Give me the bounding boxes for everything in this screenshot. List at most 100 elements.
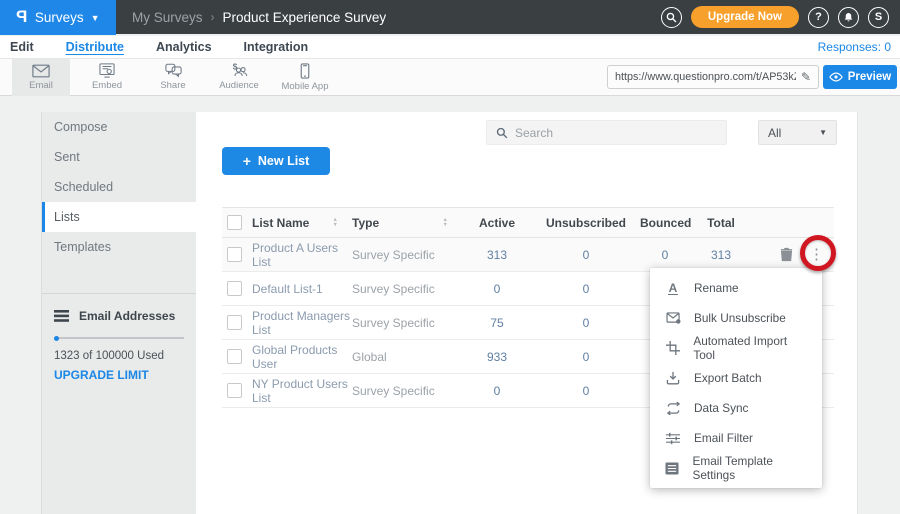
header-actions: Upgrade Now ? S [661, 6, 900, 28]
tool-embed[interactable]: Embed [78, 59, 136, 96]
notifications-bell-icon[interactable] [838, 7, 859, 28]
menu-item-automated-import[interactable]: Automated Import Tool [650, 333, 822, 363]
active-count[interactable]: 313 [462, 248, 532, 262]
row-checkbox[interactable] [227, 349, 242, 364]
unsubscribed-count: 0 [532, 384, 640, 398]
list-name-link[interactable]: Product Managers List [252, 309, 352, 337]
top-header: P Surveys ▼ My Surveys › Product Experie… [0, 0, 900, 34]
search-icon[interactable] [661, 7, 682, 28]
active-count[interactable]: 0 [462, 384, 532, 398]
menu-item-rename[interactable]: A Rename [650, 273, 822, 303]
sidebar-item-scheduled[interactable]: Scheduled [42, 172, 196, 202]
tool-audience[interactable]: $ Audience [210, 59, 268, 96]
sidebar-item-templates[interactable]: Templates [42, 232, 196, 262]
audience-icon: $ [230, 63, 248, 78]
embed-icon [99, 63, 115, 78]
new-list-button[interactable]: + New List [222, 147, 330, 175]
sort-list-name-icon[interactable]: ▲▼ [333, 218, 338, 228]
menu-item-label: Data Sync [694, 401, 748, 415]
product-label: Surveys [35, 10, 84, 25]
tool-mobile-app[interactable]: Mobile App [276, 59, 334, 96]
table-header-row: List Name▲▼ Type▲▼ Active Unsubscribed B… [222, 207, 834, 238]
edit-url-pencil-icon[interactable]: ✎ [801, 70, 811, 84]
tab-analytics[interactable]: Analytics [156, 40, 212, 54]
tool-email[interactable]: Email [12, 59, 70, 96]
col-unsubscribed: Unsubscribed [532, 216, 640, 230]
menu-item-bulk-unsubscribe[interactable]: Bulk Unsubscribe [650, 303, 822, 333]
email-icon [32, 64, 50, 78]
export-batch-icon [665, 371, 681, 385]
mobile-app-icon [300, 63, 310, 79]
active-count[interactable]: 75 [462, 316, 532, 330]
row-checkbox[interactable] [227, 315, 242, 330]
share-icon [165, 63, 182, 78]
bounced-count: 0 [640, 248, 690, 262]
product-switcher[interactable]: P Surveys ▼ [0, 0, 116, 35]
menu-item-export-batch[interactable]: Export Batch [650, 363, 822, 393]
active-count[interactable]: 933 [462, 350, 532, 364]
survey-url-input[interactable] [615, 71, 796, 83]
account-avatar[interactable]: S [868, 7, 889, 28]
list-name-link[interactable]: Global Products User [252, 343, 352, 371]
unsubscribed-count: 0 [532, 248, 640, 262]
menu-item-email-template-settings[interactable]: Email Template Settings [650, 453, 822, 483]
breadcrumb-separator: › [211, 10, 215, 24]
list-name-link[interactable]: Default List-1 [252, 282, 352, 296]
responses-count-link[interactable]: Responses: 0 [818, 40, 900, 54]
preview-button-label: Preview [848, 71, 891, 83]
tool-share[interactable]: Share [144, 59, 202, 96]
row-checkbox[interactable] [227, 383, 242, 398]
chevron-down-icon: ▼ [91, 13, 100, 23]
menu-item-label: Email Filter [694, 431, 753, 445]
list-type: Global [352, 350, 462, 364]
col-type: Type [352, 216, 379, 230]
questionpro-logo-icon: P [16, 7, 27, 27]
col-total: Total [690, 216, 752, 230]
row-checkbox[interactable] [227, 247, 242, 262]
unsubscribed-count: 0 [532, 350, 640, 364]
eye-icon [829, 72, 843, 82]
distribute-toolbar: Email Embed Share $ Audience Mobile App … [0, 58, 900, 96]
usage-progress-bar [54, 337, 184, 339]
chevron-down-icon: ▼ [819, 128, 827, 137]
sidebar-item-lists[interactable]: Lists [42, 202, 196, 232]
usage-text: 1323 of 100000 Used [54, 350, 184, 362]
data-sync-icon [665, 402, 681, 415]
sidebar-item-compose[interactable]: Compose [42, 112, 196, 142]
row-actions-menu-button[interactable]: ⋮ [809, 247, 824, 262]
delete-trash-icon[interactable] [780, 247, 793, 262]
preview-button[interactable]: Preview [823, 65, 897, 89]
sidebar-item-sent[interactable]: Sent [42, 142, 196, 172]
list-name-link[interactable]: Product A Users List [252, 241, 352, 269]
email-sidebar: Compose Sent Scheduled Lists Templates E… [41, 112, 196, 514]
breadcrumb-parent[interactable]: My Surveys [132, 10, 203, 25]
tab-edit[interactable]: Edit [10, 40, 34, 54]
list-name-link[interactable]: NY Product Users List [252, 377, 352, 405]
active-count[interactable]: 0 [462, 282, 532, 296]
select-all-checkbox[interactable] [227, 215, 242, 230]
tab-integration[interactable]: Integration [244, 40, 309, 54]
menu-item-label: Rename [694, 281, 739, 295]
menu-item-label: Bulk Unsubscribe [694, 311, 786, 325]
list-search-input[interactable] [515, 126, 717, 140]
menu-item-data-sync[interactable]: Data Sync [650, 393, 822, 423]
upgrade-now-button[interactable]: Upgrade Now [691, 6, 799, 28]
row-actions: ⋮ [752, 247, 834, 262]
upgrade-limit-link[interactable]: UPGRADE LIMIT [54, 368, 184, 382]
email-template-settings-icon [665, 462, 680, 475]
list-filter-dropdown[interactable]: All ▼ [758, 120, 837, 145]
tab-distribute[interactable]: Distribute [66, 40, 124, 54]
new-list-button-label: New List [258, 154, 309, 168]
rename-icon: A [665, 282, 681, 295]
breadcrumb: My Surveys › Product Experience Survey [132, 10, 386, 25]
email-addresses-title: Email Addresses [79, 309, 175, 323]
help-button[interactable]: ? [808, 7, 829, 28]
survey-url-box: ✎ [607, 65, 819, 89]
menu-item-label: Automated Import Tool [693, 334, 807, 362]
list-type: Survey Specific [352, 316, 462, 330]
row-checkbox[interactable] [227, 281, 242, 296]
unsubscribed-count: 0 [532, 282, 640, 296]
sort-type-icon[interactable]: ▲▼ [443, 218, 448, 228]
unsubscribed-count: 0 [532, 316, 640, 330]
menu-item-email-filter[interactable]: Email Filter [650, 423, 822, 453]
